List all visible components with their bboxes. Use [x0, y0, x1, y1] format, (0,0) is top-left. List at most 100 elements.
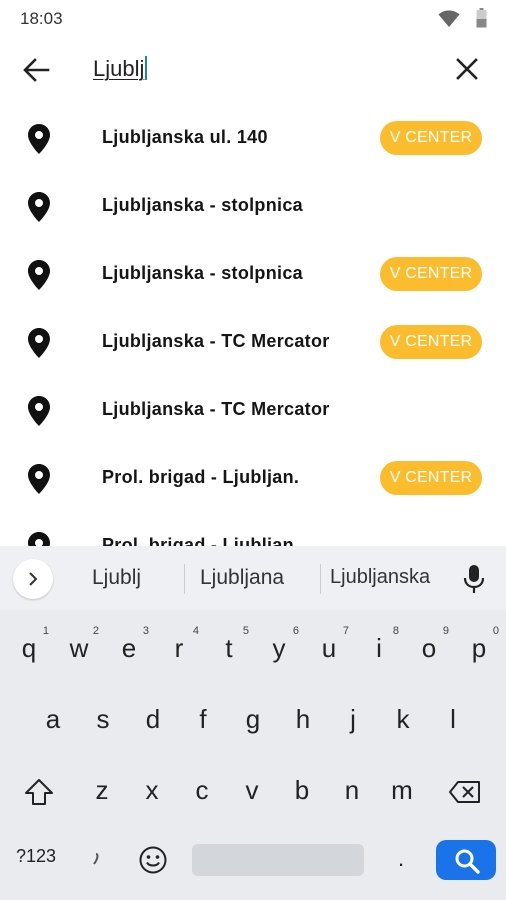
- result-label: Ljubljanska - stolpnica: [102, 195, 303, 215]
- back-arrow-icon[interactable]: [20, 54, 52, 86]
- expand-toolbar-button[interactable]: [13, 559, 53, 599]
- result-item[interactable]: Ljubljanska - TC Mercator: [0, 376, 506, 444]
- key-c[interactable]: c: [180, 762, 224, 818]
- close-icon[interactable]: [452, 54, 482, 84]
- result-item[interactable]: Ljubljanska - stolpnica V CENTER: [0, 240, 506, 308]
- search-input[interactable]: Ljublj: [93, 56, 148, 82]
- key-number-hint: 4: [192, 625, 199, 637]
- search-query-text: Ljublj: [93, 56, 145, 81]
- key-j[interactable]: j: [331, 691, 375, 747]
- key-letter: w: [69, 633, 89, 663]
- backspace-icon: [449, 781, 480, 803]
- keyboard: Ljublj Ljubljana Ljubljanska q1 w2 e3 r4…: [0, 546, 506, 900]
- result-item[interactable]: Ljubljanska - stolpnica: [0, 172, 506, 240]
- result-label: Ljubljanska ul. 140: [102, 127, 268, 147]
- key-k[interactable]: k: [381, 691, 425, 747]
- key-a[interactable]: a: [31, 691, 75, 747]
- key-number-hint: 7: [342, 625, 349, 637]
- result-label: Prol. brigad - Ljubljan.: [102, 467, 300, 487]
- key-letter: o: [421, 633, 437, 663]
- battery-icon: [476, 8, 487, 33]
- key-v[interactable]: v: [230, 762, 274, 818]
- result-item[interactable]: Ljubljanska - TC Mercator V CENTER: [0, 308, 506, 376]
- v-center-badge: V CENTER: [380, 121, 482, 155]
- location-pin-icon: [28, 328, 50, 358]
- key-g[interactable]: g: [231, 691, 275, 747]
- suggestion-divider: [320, 564, 321, 594]
- location-pin-icon: [28, 396, 50, 426]
- key-z[interactable]: z: [80, 762, 124, 818]
- key-m[interactable]: m: [380, 762, 424, 818]
- key-letter: q: [21, 633, 37, 663]
- key-l[interactable]: l: [431, 691, 475, 747]
- key-e[interactable]: e3: [107, 620, 151, 676]
- key-letter: t: [225, 633, 233, 663]
- result-item[interactable]: Prol. brigad - Ljubljan. V CENTER: [0, 444, 506, 512]
- key-number-hint: 0: [492, 625, 499, 637]
- key-o[interactable]: o9: [407, 620, 451, 676]
- key-number-hint: 6: [292, 625, 299, 637]
- key-number-hint: 1: [42, 625, 49, 637]
- text-caret: [145, 56, 148, 80]
- v-center-badge: V CENTER: [380, 257, 482, 291]
- suggestion-3[interactable]: Ljubljanska: [330, 566, 430, 589]
- key-r[interactable]: r4: [157, 620, 201, 676]
- key-number-hint: 3: [142, 625, 149, 637]
- result-label: Ljubljanska - stolpnica: [102, 263, 303, 283]
- key-number-hint: 2: [92, 625, 99, 637]
- key-letter: r: [174, 633, 184, 663]
- symbols-key[interactable]: ?123: [16, 846, 56, 867]
- location-pin-icon: [28, 124, 50, 154]
- result-item[interactable]: Prol. brigad - Ljubljan.: [0, 512, 506, 546]
- shift-key[interactable]: [24, 778, 54, 811]
- status-time: 18:03: [20, 9, 63, 28]
- key-n[interactable]: n: [330, 762, 374, 818]
- results-list: Ljubljanska ul. 140 V CENTER Ljubljanska…: [0, 104, 506, 546]
- emoji-key[interactable]: [138, 845, 168, 880]
- search-bar: Ljublj: [0, 36, 506, 104]
- location-pin-icon: [28, 192, 50, 222]
- key-letter: u: [321, 633, 337, 663]
- key-d[interactable]: d: [131, 691, 175, 747]
- key-x[interactable]: x: [130, 762, 174, 818]
- key-i[interactable]: i8: [357, 620, 401, 676]
- chevron-right-icon: [29, 572, 38, 586]
- status-bar: 18:03: [0, 0, 506, 36]
- result-label: Ljubljanska - TC Mercator: [102, 331, 330, 351]
- result-label: Prol. brigad - Ljubljan.: [102, 535, 300, 546]
- suggestion-divider: [184, 564, 185, 594]
- microphone-icon[interactable]: [462, 564, 486, 594]
- suggestion-1[interactable]: Ljublj: [92, 566, 141, 590]
- emoji-icon: [139, 846, 167, 874]
- result-item[interactable]: Ljubljanska ul. 140 V CENTER: [0, 104, 506, 172]
- key-s[interactable]: s: [81, 691, 125, 747]
- result-label: Ljubljanska - TC Mercator: [102, 399, 330, 419]
- key-w[interactable]: w2: [57, 620, 101, 676]
- key-number-hint: 8: [392, 625, 399, 637]
- key-letter: y: [272, 633, 286, 663]
- key-q[interactable]: q1: [7, 620, 51, 676]
- v-center-badge: V CENTER: [380, 461, 482, 495]
- v-center-badge: V CENTER: [380, 325, 482, 359]
- period-key[interactable]: .: [398, 846, 404, 872]
- key-h[interactable]: h: [281, 691, 325, 747]
- key-t[interactable]: t5: [207, 620, 251, 676]
- suggestion-2[interactable]: Ljubljana: [200, 566, 284, 590]
- key-u[interactable]: u7: [307, 620, 351, 676]
- key-y[interactable]: y6: [257, 620, 301, 676]
- comma-glyph: [93, 853, 99, 865]
- key-number-hint: 5: [242, 625, 249, 637]
- key-b[interactable]: b: [280, 762, 324, 818]
- key-letter: p: [471, 633, 487, 663]
- comma-key[interactable]: [91, 852, 101, 871]
- key-f[interactable]: f: [181, 691, 225, 747]
- search-icon: [455, 849, 480, 874]
- search-key[interactable]: [436, 840, 496, 880]
- key-p[interactable]: p0: [457, 620, 501, 676]
- backspace-key[interactable]: [448, 780, 482, 809]
- suggestion-strip: Ljublj Ljubljana Ljubljanska: [0, 546, 506, 610]
- key-letter: e: [121, 633, 137, 663]
- key-letter: i: [376, 633, 382, 663]
- location-pin-icon: [28, 532, 50, 546]
- space-bar[interactable]: [192, 844, 364, 876]
